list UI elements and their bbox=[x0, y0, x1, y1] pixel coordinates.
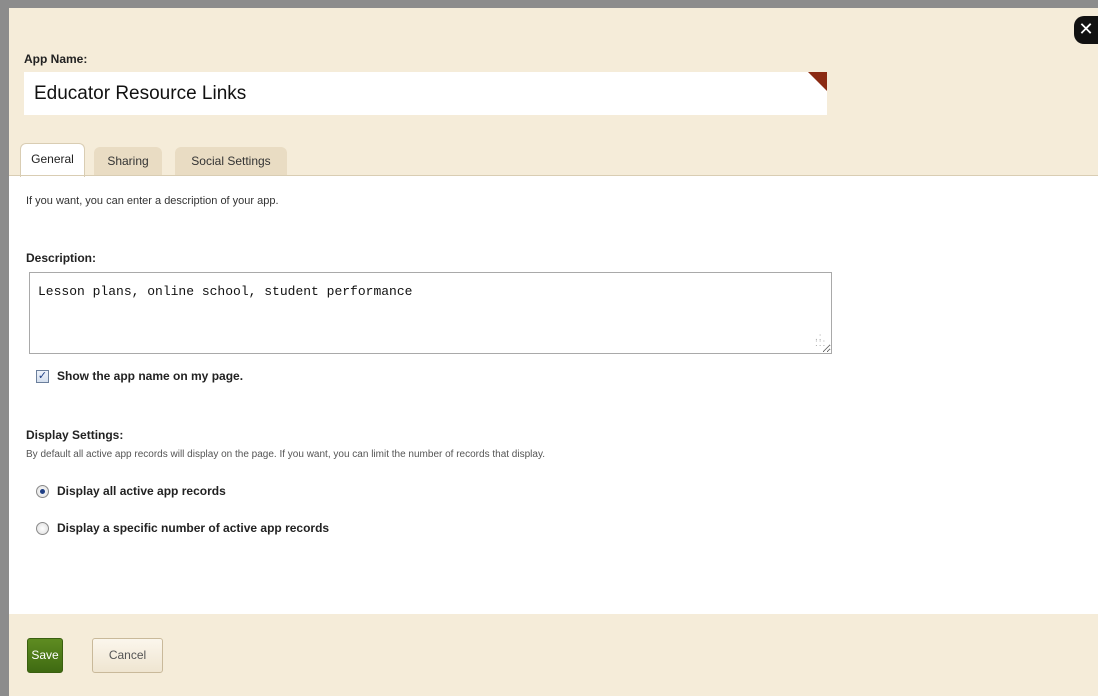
show-app-name-checkbox[interactable]: ✓ bbox=[36, 369, 49, 383]
dialog-header: ✕ App Name: General Sharing Social Setti… bbox=[9, 8, 1098, 177]
required-flag-icon bbox=[808, 72, 827, 91]
radio-display-specific-option[interactable]: Display a specific number of active app … bbox=[36, 521, 329, 535]
radio-display-specific[interactable] bbox=[36, 521, 49, 535]
description-label: Description: bbox=[26, 251, 97, 265]
show-app-name-option[interactable]: ✓ Show the app name on my page. bbox=[36, 369, 243, 383]
app-name-label: App Name: bbox=[24, 52, 88, 66]
cancel-button[interactable]: Cancel bbox=[92, 638, 163, 673]
radio-display-all-label: Display all active app records bbox=[57, 484, 226, 498]
tab-sharing[interactable]: Sharing bbox=[94, 147, 162, 176]
display-settings-description: By default all active app records will d… bbox=[26, 449, 545, 460]
general-intro-text: If you want, you can enter a description… bbox=[26, 195, 279, 207]
description-textarea[interactable]: Lesson plans, online school, student per… bbox=[29, 272, 832, 354]
radio-display-specific-label: Display a specific number of active app … bbox=[57, 521, 330, 535]
app-name-input[interactable] bbox=[24, 72, 827, 115]
radio-display-all[interactable] bbox=[36, 484, 49, 498]
app-settings-dialog: ✕ App Name: General Sharing Social Setti… bbox=[0, 0, 1098, 696]
radio-display-all-option[interactable]: Display all active app records bbox=[36, 484, 226, 498]
tab-divider bbox=[9, 175, 1098, 176]
tab-general[interactable]: General bbox=[20, 143, 85, 177]
show-app-name-label: Show the app name on my page. bbox=[57, 369, 244, 383]
resize-grip-icon[interactable]: .:::: bbox=[815, 333, 826, 349]
dialog-footer bbox=[9, 614, 1098, 696]
close-icon[interactable]: ✕ bbox=[1074, 16, 1098, 44]
save-button[interactable]: Save bbox=[27, 638, 63, 673]
display-settings-label: Display Settings: bbox=[26, 428, 124, 442]
tab-social-settings[interactable]: Social Settings bbox=[175, 147, 287, 176]
